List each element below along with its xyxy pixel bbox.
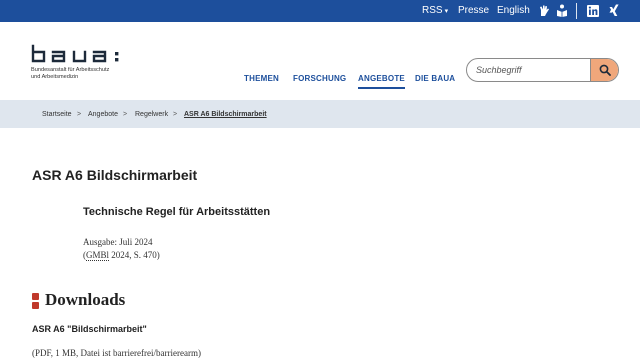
baua-logo-mark	[31, 44, 119, 63]
download-file-meta: (PDF, 1 MB, Datei ist barrierefrei/barri…	[32, 348, 201, 358]
page-title: ASR A6 Bildschirmarbeit	[32, 167, 198, 183]
nav-themen[interactable]: THEMEN	[244, 74, 279, 83]
breadcrumb-separator: >	[173, 111, 178, 118]
source-text: 2024, S. 470)	[109, 250, 160, 260]
chevron-down-icon: ▾	[444, 8, 449, 15]
english-link[interactable]: English	[497, 4, 530, 18]
nav-forschung[interactable]: FORSCHUNG	[293, 74, 346, 83]
search-icon	[599, 64, 611, 76]
downloads-marker-icon	[32, 293, 39, 309]
search-box	[466, 58, 619, 82]
download-file-link[interactable]: ASR A6 "Bildschirmarbeit"	[32, 324, 147, 334]
breadcrumb-separator: >	[123, 111, 128, 118]
rss-label: RSS	[422, 5, 443, 16]
search-input[interactable]	[467, 59, 591, 81]
nav-angebote[interactable]: ANGEBOTE	[358, 74, 405, 89]
xing-icon[interactable]	[608, 4, 621, 18]
utility-bar: RSS ▾ Presse English	[0, 0, 640, 22]
breadcrumb-angebote[interactable]: Angebote	[88, 110, 118, 119]
issue-date: Ausgabe: Juli 2024	[83, 237, 153, 247]
breadcrumb: Startseite > Angebote > Regelwerk > ASR …	[0, 100, 640, 128]
breadcrumb-regelwerk[interactable]: Regelwerk	[135, 110, 168, 119]
breadcrumb-separator: >	[77, 111, 82, 118]
nav-die-baua[interactable]: DIE BAUA	[415, 74, 455, 83]
breadcrumb-current[interactable]: ASR A6 Bildschirmarbeit	[184, 110, 267, 119]
presse-link[interactable]: Presse	[458, 4, 489, 18]
gmbl-abbreviation[interactable]: GMBl	[86, 250, 110, 261]
search-button[interactable]	[590, 59, 618, 81]
logo-subtitle-line: und Arbeitsmedizin	[31, 74, 79, 80]
breadcrumb-startseite[interactable]: Startseite	[42, 110, 72, 119]
easy-language-icon[interactable]	[556, 4, 569, 18]
sign-language-icon[interactable]	[538, 4, 551, 18]
downloads-heading: Downloads	[45, 290, 126, 309]
linkedin-icon[interactable]	[587, 4, 600, 18]
rss-menu[interactable]: RSS ▾	[422, 4, 448, 19]
page-subtitle: Technische Regel für Arbeitsstätten	[83, 206, 271, 218]
logo-subtitle: Bundesanstalt für Arbeitsschutz und Arbe…	[31, 67, 141, 81]
logo-subtitle-line: Bundesanstalt für Arbeitsschutz	[31, 67, 110, 73]
divider	[576, 3, 577, 19]
source-reference: (GMBl 2024, S. 470)	[83, 250, 160, 261]
site-header: Bundesanstalt für Arbeitsschutz und Arbe…	[0, 22, 640, 100]
